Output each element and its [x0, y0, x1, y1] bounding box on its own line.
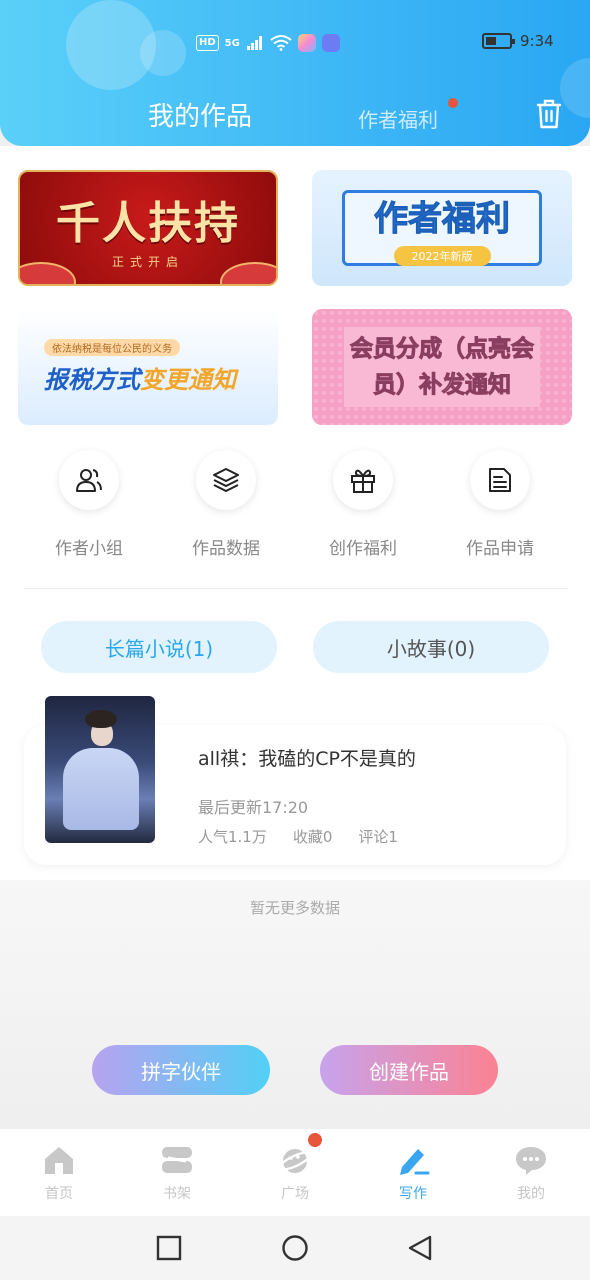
- status-bar: HD 5G 9:34: [0, 28, 590, 60]
- quick-label-work-application: 作品申请: [466, 539, 534, 559]
- nav-square[interactable]: 广场: [236, 1129, 354, 1217]
- signal-icon: [246, 36, 262, 50]
- nav-home[interactable]: 首页: [0, 1129, 118, 1217]
- trash-icon[interactable]: [535, 98, 563, 130]
- quick-label-creation-benefits: 创作福利: [329, 539, 397, 559]
- nav-label-home: 首页: [45, 1186, 73, 1202]
- author-group-button[interactable]: [59, 450, 119, 510]
- divider: [24, 588, 568, 589]
- banner-frame: 作者福利 2022年新版: [342, 190, 542, 266]
- battery-icon: [482, 33, 515, 49]
- hd-badge: HD: [196, 35, 219, 51]
- work-cover-image[interactable]: [45, 696, 155, 843]
- wifi-icon: [270, 35, 292, 51]
- work-data-button[interactable]: [196, 450, 256, 510]
- tab-short-story[interactable]: 小故事(0): [313, 621, 549, 673]
- planet-icon: [278, 1149, 312, 1173]
- banner-subtitle: 正式开启: [111, 254, 184, 269]
- banner-title-line1: 会员分成（点亮会: [350, 336, 535, 363]
- create-work-button[interactable]: 创建作品: [320, 1045, 498, 1095]
- work-favorites: 收藏0: [292, 828, 333, 846]
- signal-label: 5G: [224, 37, 240, 49]
- work-application-button[interactable]: [470, 450, 530, 510]
- banner-member-share-notice[interactable]: 会员分成（点亮会 员）补发通知: [312, 309, 572, 425]
- nav-label-square: 广场: [281, 1186, 309, 1202]
- nav-label-bookshelf: 书架: [163, 1186, 191, 1202]
- bottom-nav: 首页 书架 广场 写作 我的: [0, 1128, 590, 1216]
- banner-title-part-a: 报税方式: [44, 366, 140, 394]
- banner-title: 千人扶持: [56, 197, 240, 249]
- banner-title-line2: 员）补发通知: [373, 372, 512, 399]
- music-app-icon: [321, 34, 340, 52]
- work-popularity: 人气1.1万: [198, 828, 267, 846]
- banner-title: 报税方式变更通知: [44, 360, 236, 395]
- home-circle-icon[interactable]: [281, 1234, 309, 1262]
- quick-label-work-data: 作品数据: [192, 539, 260, 559]
- banner-tax-notice[interactable]: 依法纳税是每位公民的义务 报税方式变更通知: [18, 309, 278, 425]
- pen-icon: [400, 1149, 430, 1175]
- users-icon: [76, 469, 102, 492]
- chat-bubble-icon: [516, 1147, 546, 1175]
- status-time: 9:34: [520, 32, 554, 50]
- back-triangle-icon[interactable]: [406, 1234, 434, 1262]
- decorative-bubble: [560, 58, 590, 118]
- nav-mine[interactable]: 我的: [472, 1129, 590, 1217]
- banner-text-block: 会员分成（点亮会 员）补发通知: [344, 327, 540, 407]
- tab-author-benefits[interactable]: 作者福利: [358, 104, 438, 133]
- find-partner-button[interactable]: 拼字伙伴: [92, 1045, 270, 1095]
- work-comments: 评论1: [358, 828, 398, 846]
- banner-author-benefits[interactable]: 作者福利 2022年新版: [312, 170, 572, 286]
- nav-label-write: 写作: [399, 1186, 427, 1202]
- nav-label-mine: 我的: [517, 1186, 545, 1202]
- app-header: HD 5G 9:34 我的作品 作者福利: [0, 0, 590, 146]
- cloud-decoration: [20, 262, 76, 284]
- work-stats: 人气1.1万 收藏0 评论1: [198, 826, 398, 847]
- work-title[interactable]: all祺：我磕的CP不是真的: [198, 744, 416, 771]
- banner-support-program[interactable]: 千人扶持 正式开启: [18, 170, 278, 286]
- system-nav-bar: [0, 1216, 590, 1280]
- notification-dot: [308, 1133, 322, 1147]
- banner-tag: 依法纳税是每位公民的义务: [44, 339, 180, 356]
- gift-icon: [351, 469, 375, 493]
- banner-title-part-b: 变更通知: [140, 366, 236, 394]
- work-updated-time: 最后更新17:20: [198, 798, 309, 817]
- nav-bookshelf[interactable]: 书架: [118, 1129, 236, 1217]
- recent-apps-icon[interactable]: [155, 1234, 183, 1262]
- document-icon: [489, 468, 511, 492]
- home-icon: [45, 1147, 73, 1174]
- app-notification-icon: [297, 34, 316, 52]
- tab-long-novel[interactable]: 长篇小说(1): [41, 621, 277, 673]
- banner-subtitle: 2022年新版: [393, 245, 491, 266]
- banner-title: 作者福利: [374, 198, 511, 239]
- notification-dot: [448, 98, 458, 108]
- empty-hint: 暂无更多数据: [249, 899, 340, 917]
- nav-write[interactable]: 写作: [354, 1129, 472, 1217]
- layers-icon: [213, 468, 239, 492]
- quick-label-author-group: 作者小组: [55, 539, 123, 559]
- bookshelf-icon: [162, 1147, 192, 1173]
- cloud-decoration: [220, 262, 276, 284]
- creation-benefits-button[interactable]: [333, 450, 393, 510]
- tab-my-works[interactable]: 我的作品: [148, 96, 252, 133]
